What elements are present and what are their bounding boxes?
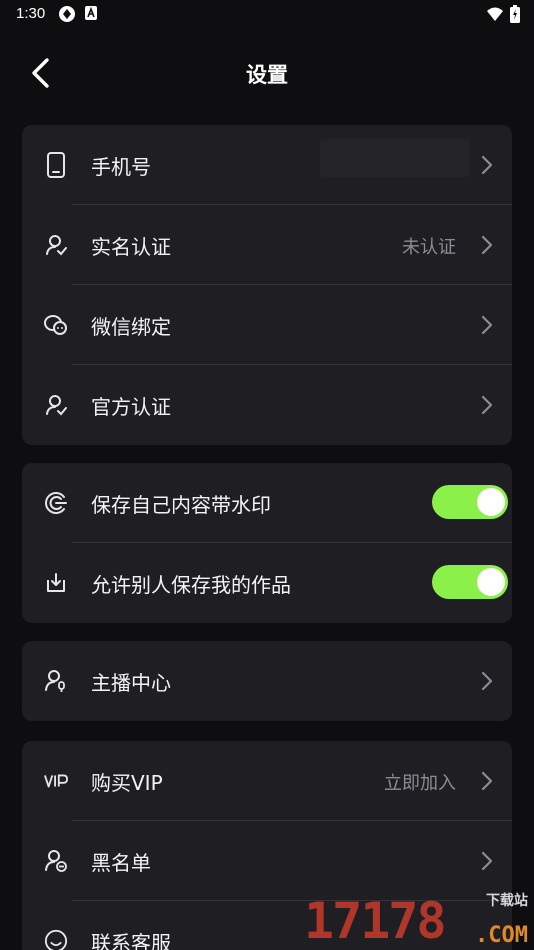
row-watermark: 保存自己内容带水印: [22, 463, 512, 543]
site-watermark: 17178 下载站 .COM: [304, 888, 534, 950]
row-official[interactable]: 官方认证: [22, 365, 512, 445]
phone-number-blurred: [320, 139, 470, 177]
watermark-toggle[interactable]: [432, 485, 508, 519]
battery-icon: [510, 5, 520, 27]
phone-label: 手机号: [91, 155, 151, 179]
vip-icon: [44, 768, 68, 794]
realname-label: 实名认证: [91, 235, 171, 259]
save-options-group: 保存自己内容带水印 允许别人保存我的作品: [22, 463, 512, 623]
watermark-com: .COM: [475, 923, 528, 948]
a-notification-icon: [84, 5, 98, 25]
status-right: [486, 5, 520, 27]
toggle-knob: [477, 488, 505, 516]
row-allow-save: 允许别人保存我的作品: [22, 543, 512, 623]
wechat-label: 微信绑定: [91, 315, 171, 339]
blacklist-label: 黑名单: [91, 851, 151, 875]
vip-label: 购买VIP: [91, 771, 163, 795]
app-notification-icon: [58, 5, 76, 27]
anchor-group: 主播中心: [22, 641, 512, 721]
row-vip[interactable]: 购买VIP 立即加入: [22, 741, 512, 821]
row-realname[interactable]: 实名认证 未认证: [22, 205, 512, 285]
row-anchor-center[interactable]: 主播中心: [22, 641, 512, 721]
realname-status: 未认证: [402, 237, 456, 258]
official-label: 官方认证: [91, 395, 171, 419]
watermark-icon: [44, 490, 68, 516]
watermark-site: 下载站: [486, 893, 528, 909]
status-bar: 1:30: [0, 0, 534, 30]
phone-icon: [44, 152, 68, 178]
chevron-right-icon: [480, 313, 494, 337]
page-title: 设置: [246, 63, 288, 87]
service-label: 联系客服: [91, 931, 171, 950]
settings-screen: 1:30 设置 手机号 实名认证 未认证 微信绑定 官方认证 保存自己内容带水印…: [0, 0, 534, 950]
user-check-icon: [44, 232, 68, 258]
vip-join: 立即加入: [384, 773, 456, 794]
account-group: 手机号 实名认证 未认证 微信绑定 官方认证: [22, 125, 512, 445]
anchor-label: 主播中心: [91, 671, 171, 695]
watermark-label: 保存自己内容带水印: [91, 493, 271, 517]
chevron-right-icon: [480, 669, 494, 693]
allow-save-toggle[interactable]: [432, 565, 508, 599]
toggle-knob: [477, 568, 505, 596]
allow-save-label: 允许别人保存我的作品: [91, 573, 291, 597]
smile-icon: [44, 928, 68, 950]
row-wechat[interactable]: 微信绑定: [22, 285, 512, 365]
chevron-right-icon: [480, 233, 494, 257]
chevron-right-icon: [480, 849, 494, 873]
watermark-digits: 17178: [304, 892, 447, 950]
header: 设置: [0, 48, 534, 98]
anchor-mic-icon: [44, 668, 68, 694]
user-block-icon: [44, 848, 68, 874]
user-verified-icon: [44, 392, 68, 418]
chevron-right-icon: [480, 769, 494, 793]
chevron-right-icon: [480, 153, 494, 177]
status-time: 1:30: [16, 5, 46, 22]
wifi-icon: [486, 6, 504, 26]
wechat-icon: [44, 312, 68, 338]
chevron-right-icon: [480, 393, 494, 417]
download-icon: [44, 570, 68, 596]
row-phone[interactable]: 手机号: [22, 125, 512, 205]
